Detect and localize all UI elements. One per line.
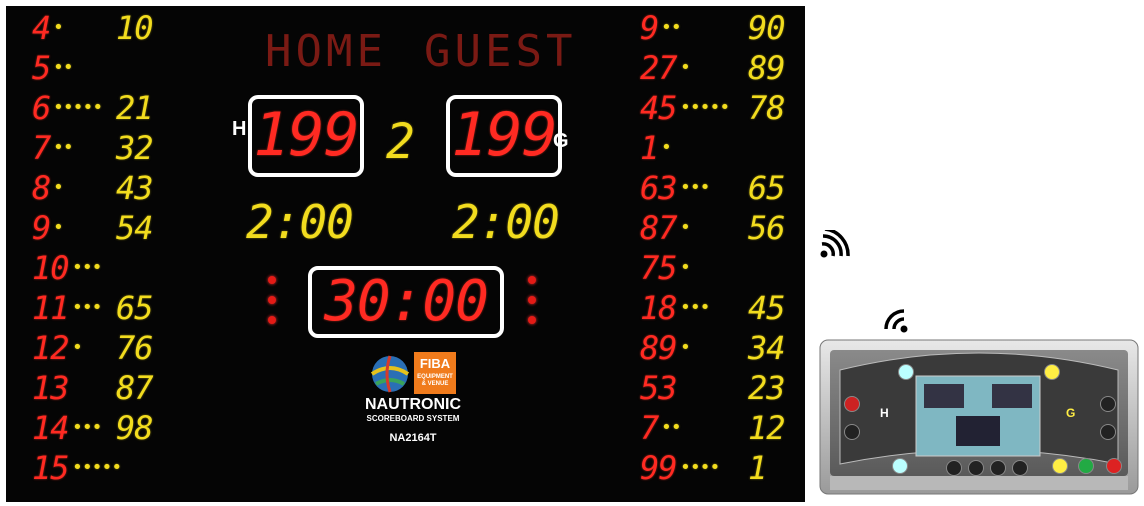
- console-button[interactable]: [990, 460, 1006, 476]
- possession-led: [268, 296, 276, 304]
- model-number: NA2164T: [389, 432, 437, 444]
- wifi-signal-icon: [878, 304, 910, 334]
- game-clock: 30:00: [324, 269, 489, 334]
- foul-dots: •: [661, 137, 672, 158]
- console-button[interactable]: [1100, 424, 1116, 440]
- console-button[interactable]: [1078, 458, 1094, 474]
- foul-dots: •: [680, 257, 691, 278]
- guest-score: 199: [451, 100, 557, 170]
- guest-label: GUEST: [424, 26, 577, 77]
- player-number: 45: [640, 89, 678, 127]
- player-row: 87 • 56: [6, 208, 796, 248]
- player-points: 1: [748, 449, 767, 487]
- player-points: 89: [748, 49, 786, 87]
- console-button[interactable]: [1052, 458, 1068, 474]
- player-number: 87: [640, 209, 678, 247]
- foul-dots: •••••: [680, 97, 730, 118]
- scoreboard: 4 • 10 5 •• 6 ••••• 21 7 •• 32 8 • 43 9 • 54 10 ••• 11 ••• 65…: [6, 6, 805, 502]
- foul-dots: ••: [661, 17, 682, 38]
- console-button[interactable]: [844, 396, 860, 412]
- player-row: 27 • 89: [6, 48, 796, 88]
- player-row: 9 •• 90: [6, 8, 796, 48]
- foul-dots: ••••: [680, 457, 720, 478]
- home-timeout-clock: 2:00: [246, 195, 354, 249]
- console-button[interactable]: [1106, 458, 1122, 474]
- console-button[interactable]: [1012, 460, 1028, 476]
- player-number: 18: [640, 289, 678, 327]
- foul-dots: •: [680, 337, 691, 358]
- fiba-subtitle: EQUIPMENT & VENUE: [417, 374, 453, 387]
- player-number: 75: [640, 249, 678, 287]
- brand-name: NAUTRONIC: [365, 396, 461, 413]
- player-points: 45: [748, 289, 786, 327]
- fiba-text: FIBA: [419, 356, 451, 371]
- period: 2: [386, 114, 415, 170]
- player-points: 34: [748, 329, 786, 367]
- console-button[interactable]: [946, 460, 962, 476]
- player-number: 63: [640, 169, 678, 207]
- home-score-box: 199: [248, 95, 364, 177]
- player-points: 90: [748, 9, 786, 47]
- foul-dots: •: [680, 57, 691, 78]
- console-button[interactable]: [898, 364, 914, 380]
- home-label: HOME: [265, 26, 387, 77]
- player-number: 99: [640, 449, 678, 487]
- game-clock-box: 30:00: [308, 266, 504, 338]
- player-number: 7: [640, 409, 659, 447]
- wireless-signal-icon: [818, 227, 850, 260]
- player-number: 1: [640, 129, 659, 167]
- possession-led: [528, 316, 536, 324]
- possession-led: [268, 276, 276, 284]
- console-button[interactable]: [844, 424, 860, 440]
- player-row: 99 •••• 1: [6, 448, 796, 488]
- foul-dots: •: [680, 217, 691, 238]
- guest-score-box: 199: [446, 95, 562, 177]
- fiba-logo-icon: FIBA EQUIPMENT & VENUE: [414, 352, 456, 394]
- home-score: 199: [253, 100, 359, 170]
- player-points: 23: [748, 369, 786, 407]
- basketball-logo-icon: [370, 354, 410, 394]
- possession-led: [528, 276, 536, 284]
- foul-dots: •••: [680, 297, 710, 318]
- player-points: 78: [748, 89, 786, 127]
- player-points: 65: [748, 169, 786, 207]
- foul-dots: •••: [680, 177, 710, 198]
- foul-dots: ••: [661, 417, 682, 438]
- player-points: 12: [748, 409, 786, 447]
- guest-timeout-clock: 2:00: [452, 195, 560, 249]
- console-home-letter: H: [880, 406, 889, 420]
- console-guest-letter: G: [1066, 406, 1076, 420]
- player-number: 9: [640, 9, 659, 47]
- home-letter: H: [232, 118, 247, 140]
- player-number: 27: [640, 49, 678, 87]
- player-row: 63 ••• 65: [6, 168, 796, 208]
- console-button[interactable]: [892, 458, 908, 474]
- player-number: 53: [640, 369, 678, 407]
- player-points: 56: [748, 209, 786, 247]
- guest-letter: G: [553, 130, 569, 152]
- possession-led: [528, 296, 536, 304]
- player-number: 89: [640, 329, 678, 367]
- console-button[interactable]: [1044, 364, 1060, 380]
- console-button[interactable]: [1100, 396, 1116, 412]
- brand-subtitle: SCOREBOARD SYSTEM: [366, 414, 460, 423]
- possession-led: [268, 316, 276, 324]
- scoreboard-control-console: H G: [816, 336, 1142, 498]
- console-button[interactable]: [968, 460, 984, 476]
